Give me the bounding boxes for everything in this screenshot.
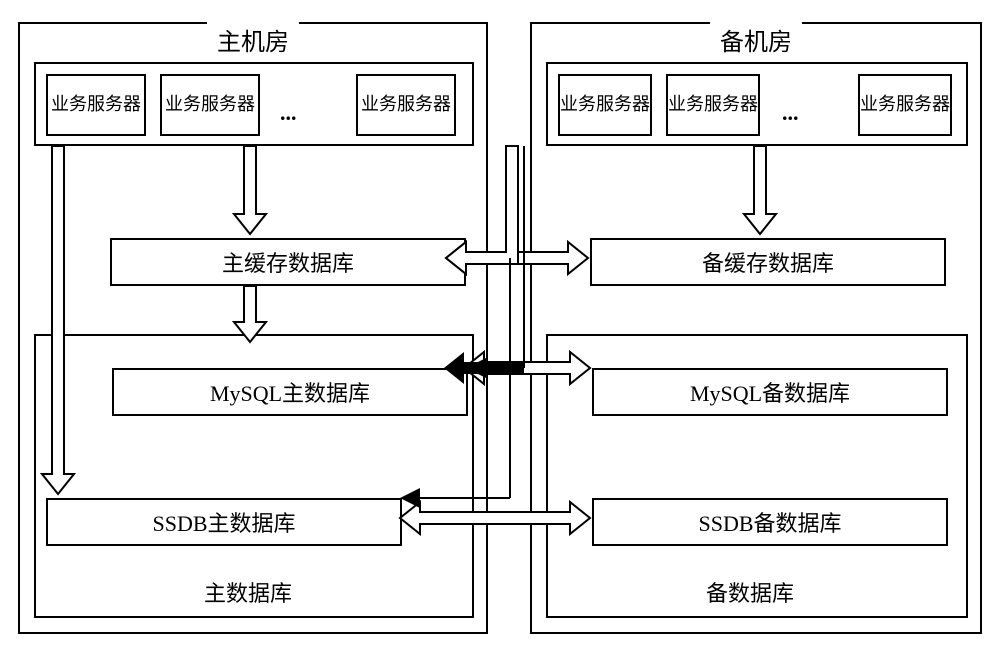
primary-ssdb-db: SSDB主数据库 xyxy=(46,498,402,546)
primary-mysql-db: MySQL主数据库 xyxy=(112,368,468,416)
primary-db-container: MySQL主数据库 SSDB主数据库 主数据库 xyxy=(34,334,474,618)
primary-cache-db: 主缓存数据库 xyxy=(110,238,466,286)
primary-service-container: 业务服务器 业务服务器 ... 业务服务器 xyxy=(34,62,474,146)
ellipsis-icon: ... xyxy=(280,100,297,126)
primary-service-server-1: 业务服务器 xyxy=(46,74,146,136)
primary-room: 主机房 业务服务器 业务服务器 ... 业务服务器 主缓存数据库 MySQL主数… xyxy=(18,22,488,634)
backup-service-container: 业务服务器 业务服务器 ... 业务服务器 xyxy=(546,62,968,146)
backup-mysql-db: MySQL备数据库 xyxy=(592,368,948,416)
primary-service-server-2: 业务服务器 xyxy=(160,74,260,136)
backup-service-server-2: 业务服务器 xyxy=(666,74,760,136)
backup-room-title: 备机房 xyxy=(710,22,802,57)
ellipsis-icon: ... xyxy=(782,100,799,126)
backup-room: 备机房 业务服务器 业务服务器 ... 业务服务器 备缓存数据库 MySQL备数… xyxy=(530,22,982,634)
primary-service-server-3: 业务服务器 xyxy=(356,74,456,136)
backup-ssdb-db: SSDB备数据库 xyxy=(592,498,948,546)
backup-db-group-label: 备数据库 xyxy=(698,576,802,608)
backup-service-server-3: 业务服务器 xyxy=(858,74,952,136)
backup-db-container: MySQL备数据库 SSDB备数据库 备数据库 xyxy=(546,334,968,618)
primary-db-group-label: 主数据库 xyxy=(196,576,300,608)
backup-service-server-1: 业务服务器 xyxy=(558,74,652,136)
primary-room-title: 主机房 xyxy=(207,22,299,57)
backup-cache-db: 备缓存数据库 xyxy=(590,238,946,286)
